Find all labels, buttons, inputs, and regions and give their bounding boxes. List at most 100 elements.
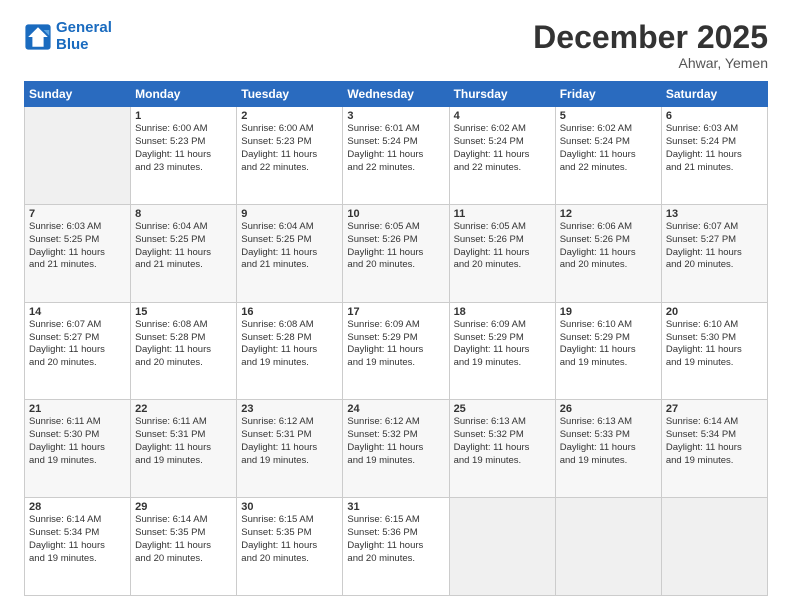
day-number: 24 bbox=[347, 403, 444, 415]
calendar-cell: 1Sunrise: 6:00 AM Sunset: 5:23 PM Daylig… bbox=[131, 107, 237, 205]
day-info: Sunrise: 6:12 AM Sunset: 5:32 PM Dayligh… bbox=[347, 416, 444, 467]
calendar-cell: 25Sunrise: 6:13 AM Sunset: 5:32 PM Dayli… bbox=[449, 400, 555, 498]
day-number: 8 bbox=[135, 208, 232, 220]
calendar-cell: 23Sunrise: 6:12 AM Sunset: 5:31 PM Dayli… bbox=[237, 400, 343, 498]
calendar-cell: 9Sunrise: 6:04 AM Sunset: 5:25 PM Daylig… bbox=[237, 204, 343, 302]
header: General Blue December 2025 Ahwar, Yemen bbox=[24, 20, 768, 71]
calendar-cell: 11Sunrise: 6:05 AM Sunset: 5:26 PM Dayli… bbox=[449, 204, 555, 302]
day-info: Sunrise: 6:00 AM Sunset: 5:23 PM Dayligh… bbox=[135, 123, 232, 174]
day-number: 11 bbox=[454, 208, 551, 220]
day-number: 30 bbox=[241, 501, 338, 513]
calendar-cell: 31Sunrise: 6:15 AM Sunset: 5:36 PM Dayli… bbox=[343, 498, 449, 596]
calendar-cell: 14Sunrise: 6:07 AM Sunset: 5:27 PM Dayli… bbox=[25, 302, 131, 400]
day-info: Sunrise: 6:13 AM Sunset: 5:33 PM Dayligh… bbox=[560, 416, 657, 467]
calendar-cell: 10Sunrise: 6:05 AM Sunset: 5:26 PM Dayli… bbox=[343, 204, 449, 302]
day-number: 12 bbox=[560, 208, 657, 220]
calendar-cell: 20Sunrise: 6:10 AM Sunset: 5:30 PM Dayli… bbox=[661, 302, 767, 400]
calendar-cell: 24Sunrise: 6:12 AM Sunset: 5:32 PM Dayli… bbox=[343, 400, 449, 498]
day-info: Sunrise: 6:13 AM Sunset: 5:32 PM Dayligh… bbox=[454, 416, 551, 467]
day-info: Sunrise: 6:08 AM Sunset: 5:28 PM Dayligh… bbox=[135, 319, 232, 370]
day-info: Sunrise: 6:04 AM Sunset: 5:25 PM Dayligh… bbox=[135, 221, 232, 272]
calendar-cell: 15Sunrise: 6:08 AM Sunset: 5:28 PM Dayli… bbox=[131, 302, 237, 400]
day-number: 31 bbox=[347, 501, 444, 513]
day-number: 22 bbox=[135, 403, 232, 415]
col-header-wednesday: Wednesday bbox=[343, 82, 449, 107]
day-info: Sunrise: 6:09 AM Sunset: 5:29 PM Dayligh… bbox=[347, 319, 444, 370]
calendar-cell: 30Sunrise: 6:15 AM Sunset: 5:35 PM Dayli… bbox=[237, 498, 343, 596]
day-info: Sunrise: 6:05 AM Sunset: 5:26 PM Dayligh… bbox=[347, 221, 444, 272]
day-info: Sunrise: 6:03 AM Sunset: 5:24 PM Dayligh… bbox=[666, 123, 763, 174]
day-info: Sunrise: 6:01 AM Sunset: 5:24 PM Dayligh… bbox=[347, 123, 444, 174]
col-header-sunday: Sunday bbox=[25, 82, 131, 107]
day-number: 27 bbox=[666, 403, 763, 415]
calendar-cell bbox=[555, 498, 661, 596]
day-info: Sunrise: 6:02 AM Sunset: 5:24 PM Dayligh… bbox=[454, 123, 551, 174]
day-number: 4 bbox=[454, 110, 551, 122]
week-row-2: 7Sunrise: 6:03 AM Sunset: 5:25 PM Daylig… bbox=[25, 204, 768, 302]
calendar-cell: 16Sunrise: 6:08 AM Sunset: 5:28 PM Dayli… bbox=[237, 302, 343, 400]
calendar-cell: 26Sunrise: 6:13 AM Sunset: 5:33 PM Dayli… bbox=[555, 400, 661, 498]
logo: General Blue bbox=[24, 20, 112, 53]
day-info: Sunrise: 6:14 AM Sunset: 5:34 PM Dayligh… bbox=[666, 416, 763, 467]
day-number: 13 bbox=[666, 208, 763, 220]
day-info: Sunrise: 6:08 AM Sunset: 5:28 PM Dayligh… bbox=[241, 319, 338, 370]
day-number: 18 bbox=[454, 306, 551, 318]
day-info: Sunrise: 6:07 AM Sunset: 5:27 PM Dayligh… bbox=[29, 319, 126, 370]
day-number: 26 bbox=[560, 403, 657, 415]
day-number: 5 bbox=[560, 110, 657, 122]
day-number: 14 bbox=[29, 306, 126, 318]
day-info: Sunrise: 6:00 AM Sunset: 5:23 PM Dayligh… bbox=[241, 123, 338, 174]
day-number: 3 bbox=[347, 110, 444, 122]
day-info: Sunrise: 6:03 AM Sunset: 5:25 PM Dayligh… bbox=[29, 221, 126, 272]
col-header-friday: Friday bbox=[555, 82, 661, 107]
day-number: 15 bbox=[135, 306, 232, 318]
calendar-cell: 22Sunrise: 6:11 AM Sunset: 5:31 PM Dayli… bbox=[131, 400, 237, 498]
day-info: Sunrise: 6:05 AM Sunset: 5:26 PM Dayligh… bbox=[454, 221, 551, 272]
day-number: 25 bbox=[454, 403, 551, 415]
day-number: 1 bbox=[135, 110, 232, 122]
day-number: 16 bbox=[241, 306, 338, 318]
day-info: Sunrise: 6:07 AM Sunset: 5:27 PM Dayligh… bbox=[666, 221, 763, 272]
week-row-1: 1Sunrise: 6:00 AM Sunset: 5:23 PM Daylig… bbox=[25, 107, 768, 205]
day-info: Sunrise: 6:09 AM Sunset: 5:29 PM Dayligh… bbox=[454, 319, 551, 370]
week-row-3: 14Sunrise: 6:07 AM Sunset: 5:27 PM Dayli… bbox=[25, 302, 768, 400]
day-number: 6 bbox=[666, 110, 763, 122]
day-info: Sunrise: 6:14 AM Sunset: 5:35 PM Dayligh… bbox=[135, 514, 232, 565]
day-info: Sunrise: 6:14 AM Sunset: 5:34 PM Dayligh… bbox=[29, 514, 126, 565]
logo-line2: Blue bbox=[56, 36, 89, 53]
day-number: 10 bbox=[347, 208, 444, 220]
calendar-cell: 7Sunrise: 6:03 AM Sunset: 5:25 PM Daylig… bbox=[25, 204, 131, 302]
calendar-cell: 21Sunrise: 6:11 AM Sunset: 5:30 PM Dayli… bbox=[25, 400, 131, 498]
day-number: 29 bbox=[135, 501, 232, 513]
day-info: Sunrise: 6:04 AM Sunset: 5:25 PM Dayligh… bbox=[241, 221, 338, 272]
calendar-cell bbox=[25, 107, 131, 205]
calendar-cell: 13Sunrise: 6:07 AM Sunset: 5:27 PM Dayli… bbox=[661, 204, 767, 302]
col-header-monday: Monday bbox=[131, 82, 237, 107]
day-number: 20 bbox=[666, 306, 763, 318]
day-number: 19 bbox=[560, 306, 657, 318]
logo-line1: General bbox=[56, 19, 112, 36]
calendar-cell bbox=[661, 498, 767, 596]
calendar-cell: 29Sunrise: 6:14 AM Sunset: 5:35 PM Dayli… bbox=[131, 498, 237, 596]
logo-text: General Blue bbox=[56, 20, 112, 53]
col-header-thursday: Thursday bbox=[449, 82, 555, 107]
calendar-cell: 28Sunrise: 6:14 AM Sunset: 5:34 PM Dayli… bbox=[25, 498, 131, 596]
title-block: December 2025 Ahwar, Yemen bbox=[533, 20, 768, 71]
day-number: 9 bbox=[241, 208, 338, 220]
logo-icon bbox=[24, 23, 52, 51]
day-info: Sunrise: 6:15 AM Sunset: 5:36 PM Dayligh… bbox=[347, 514, 444, 565]
day-number: 7 bbox=[29, 208, 126, 220]
day-info: Sunrise: 6:02 AM Sunset: 5:24 PM Dayligh… bbox=[560, 123, 657, 174]
week-row-5: 28Sunrise: 6:14 AM Sunset: 5:34 PM Dayli… bbox=[25, 498, 768, 596]
calendar-cell: 17Sunrise: 6:09 AM Sunset: 5:29 PM Dayli… bbox=[343, 302, 449, 400]
day-number: 28 bbox=[29, 501, 126, 513]
subtitle: Ahwar, Yemen bbox=[533, 55, 768, 71]
calendar-cell: 5Sunrise: 6:02 AM Sunset: 5:24 PM Daylig… bbox=[555, 107, 661, 205]
calendar-cell: 3Sunrise: 6:01 AM Sunset: 5:24 PM Daylig… bbox=[343, 107, 449, 205]
calendar: SundayMondayTuesdayWednesdayThursdayFrid… bbox=[24, 81, 768, 596]
calendar-cell: 27Sunrise: 6:14 AM Sunset: 5:34 PM Dayli… bbox=[661, 400, 767, 498]
main-title: December 2025 bbox=[533, 20, 768, 55]
day-info: Sunrise: 6:15 AM Sunset: 5:35 PM Dayligh… bbox=[241, 514, 338, 565]
col-header-tuesday: Tuesday bbox=[237, 82, 343, 107]
col-header-saturday: Saturday bbox=[661, 82, 767, 107]
